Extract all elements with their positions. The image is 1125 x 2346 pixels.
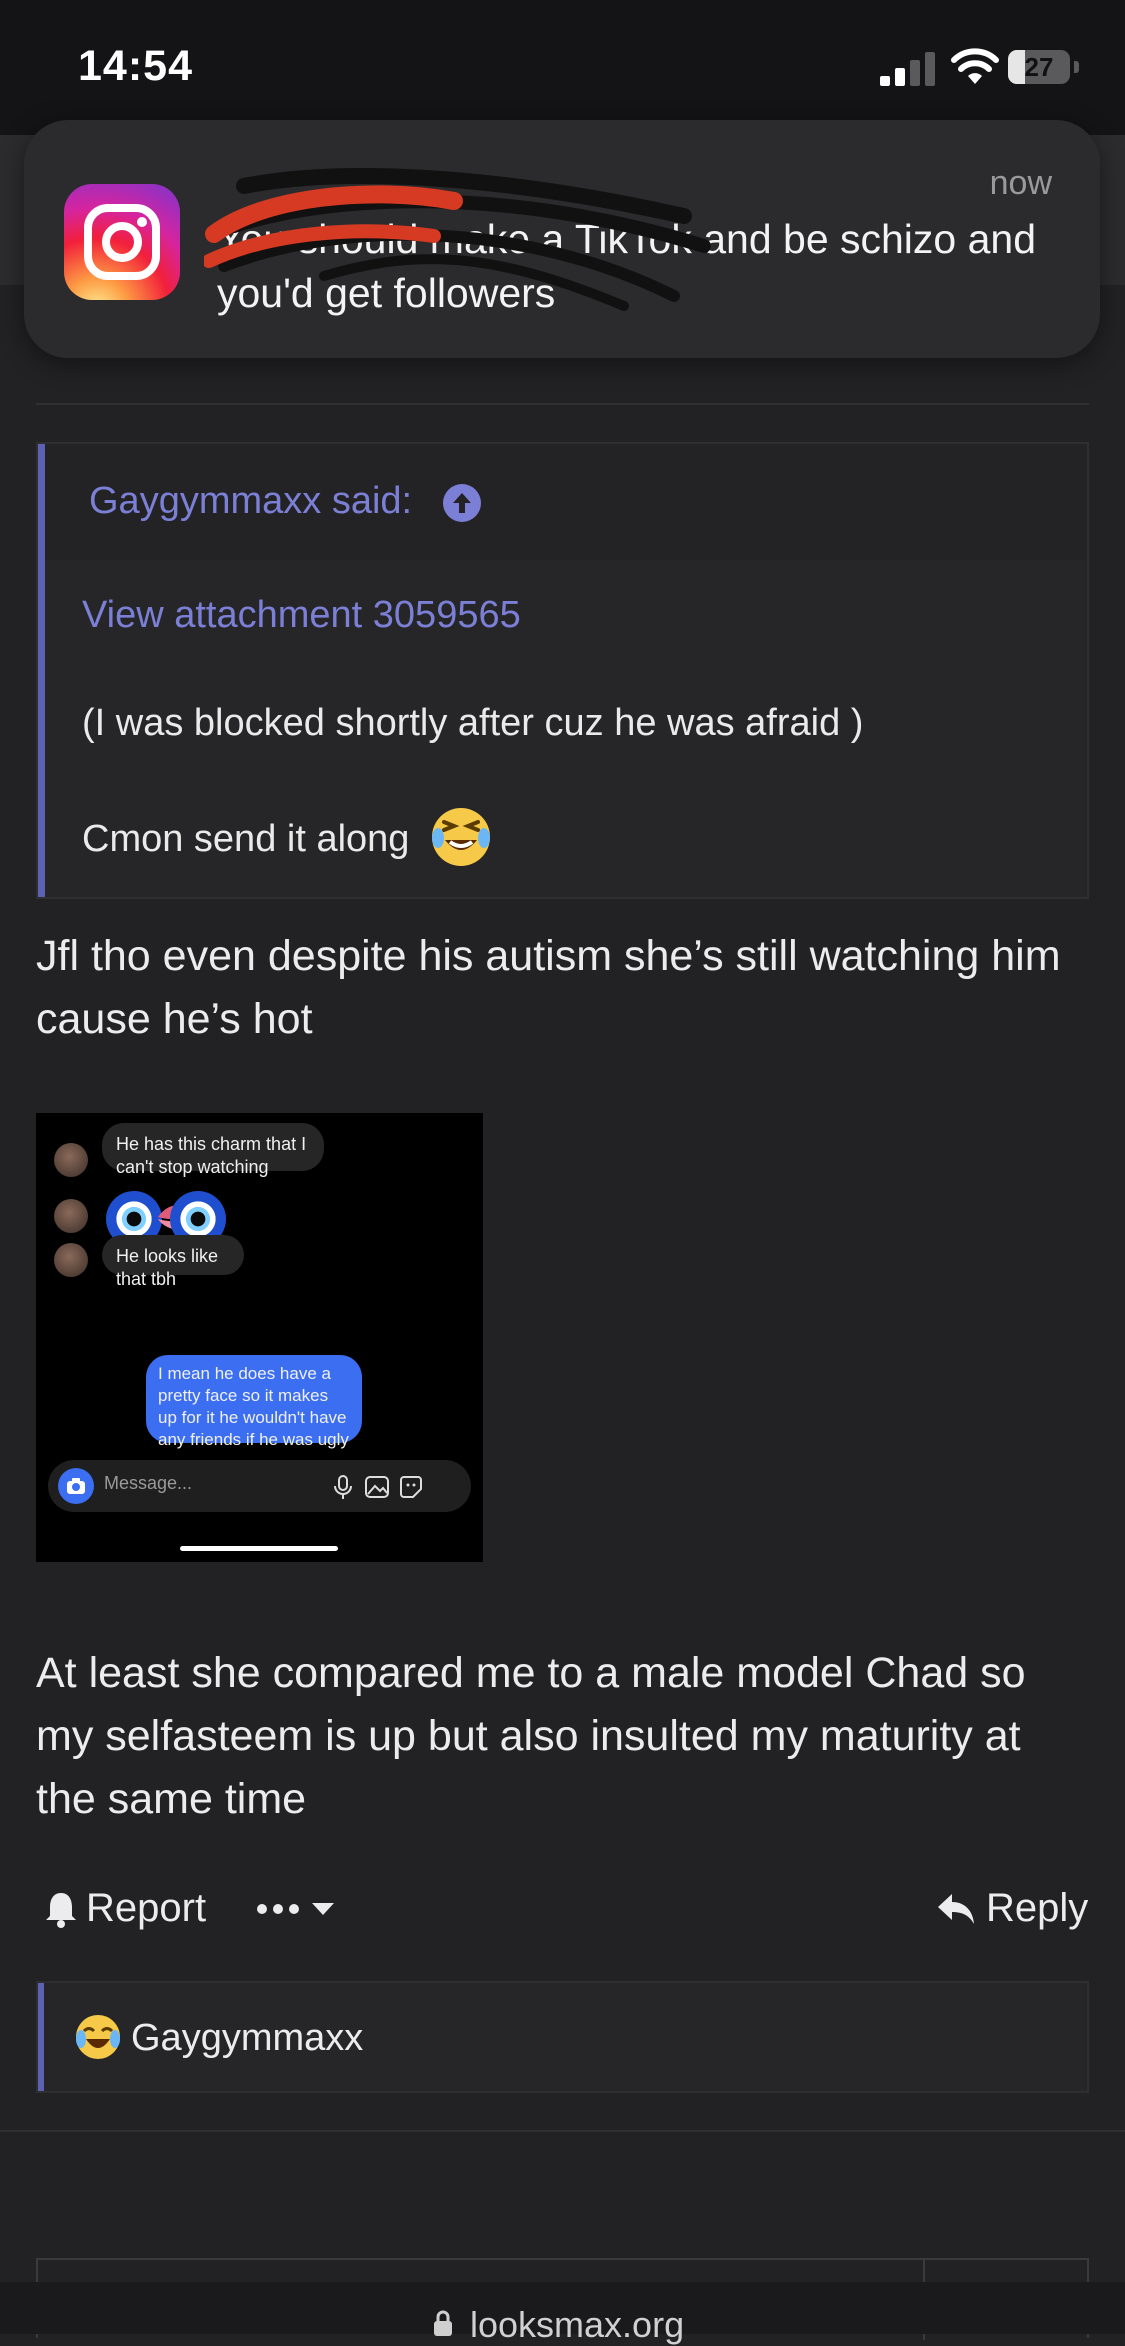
reaction-accent-bar: [38, 1983, 44, 2091]
quote-text-line: Cmon send it along: [82, 818, 410, 860]
battery-indicator: 27: [1008, 50, 1080, 86]
post-text-paragraph: At least she compared me to a male model…: [36, 1649, 1026, 1823]
url-text: looksmax.org: [470, 2304, 685, 2345]
quote-author-link[interactable]: Gaygymmaxx said:: [89, 480, 412, 523]
status-time: 14:54: [78, 42, 193, 90]
chat-avatar: [54, 1143, 88, 1177]
quote-block: Gaygymmaxx said: View attachment 3059565…: [36, 442, 1089, 899]
notification-time: now: [989, 164, 1052, 202]
more-options-icon[interactable]: [254, 1884, 344, 1934]
status-bar: 14:54 27: [0, 0, 1125, 135]
quote-header: Gaygymmaxx said:: [45, 444, 1087, 560]
reaction-user-link[interactable]: Gaygymmaxx: [131, 2017, 363, 2060]
cellular-signal-icon: [880, 52, 935, 86]
battery-percent: 27: [1024, 52, 1054, 82]
laughing-tears-emoji-icon: [432, 808, 490, 866]
chat-bubble-mine: I mean he does have a pretty face so it …: [146, 1355, 362, 1449]
chat-bubble: He looks like that tbh: [102, 1235, 244, 1289]
reply-label: Reply: [986, 1886, 1089, 1930]
redaction-scribble: [204, 168, 711, 311]
reactions-bar[interactable]: Gaygymmaxx: [36, 1981, 1089, 2093]
gallery-icon: [365, 1476, 389, 1498]
quote-text-line: (I was blocked shortly after cuz he was …: [82, 702, 864, 744]
section-divider: [0, 2130, 1125, 2132]
microphone-icon: [334, 1475, 352, 1499]
report-label: Report: [86, 1886, 207, 1930]
chat-avatar: [54, 1243, 88, 1277]
bell-icon: [46, 1893, 76, 1928]
chat-avatar: [54, 1199, 88, 1233]
camera-icon: [58, 1468, 94, 1504]
post-text-paragraph: Jfl tho even despite his autism she’s st…: [36, 932, 1061, 1043]
instagram-icon: [64, 184, 180, 300]
notification-banner[interactable]: now You should make a TikTok and be schi…: [24, 120, 1100, 358]
reply-arrow-icon: [938, 1894, 974, 1924]
post-actions: Report Reply: [36, 1880, 1089, 1940]
message-composer: Message...: [48, 1460, 471, 1512]
reply-button[interactable]: Reply: [936, 1880, 1089, 1940]
chat-bubble: He has this charm that I can't stop watc…: [102, 1123, 324, 1177]
post-divider: [36, 403, 1089, 405]
browser-url-bar[interactable]: looksmax.org: [0, 2282, 1125, 2345]
crying-laughing-emoji-icon: [76, 2015, 120, 2059]
wifi-icon: [951, 48, 999, 84]
home-indicator: [180, 1546, 338, 1551]
sticker-icon: [400, 1476, 422, 1498]
message-placeholder: Message...: [104, 1473, 193, 1493]
quote-accent-bar: [38, 444, 45, 897]
view-attachment-link[interactable]: View attachment 3059565: [82, 594, 521, 637]
chat-screenshot-image[interactable]: He has this charm that I can't stop watc…: [36, 1113, 483, 1562]
jump-to-quote-icon[interactable]: [443, 484, 481, 522]
